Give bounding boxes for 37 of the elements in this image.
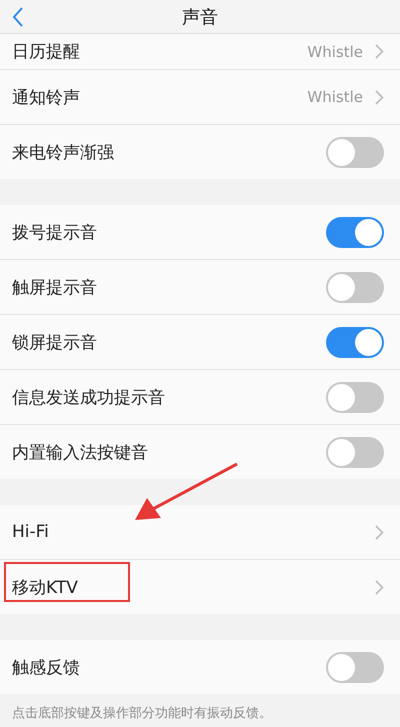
setting-value: Whistle (307, 88, 363, 106)
setting-label: Hi-Fi (12, 522, 50, 542)
page-title: 声音 (182, 6, 218, 28)
setting-label: 来电铃声渐强 (12, 142, 115, 164)
setting-value: Whistle (307, 42, 363, 60)
settings-row[interactable]: 触屏提示音 (0, 260, 400, 315)
setting-label: 锁屏提示音 (12, 332, 98, 354)
chevron-icon (375, 44, 384, 59)
toggle-switch[interactable] (326, 652, 384, 682)
settings-row[interactable]: 日历提醒 Whistle (0, 34, 400, 70)
toggle-switch[interactable] (326, 436, 384, 468)
chevron-icon (375, 524, 384, 540)
setting-label: 拨号提示音 (12, 222, 98, 244)
toggle-switch[interactable] (326, 216, 384, 248)
settings-row[interactable]: 来电铃声渐强 (0, 125, 400, 179)
settings-row[interactable]: 信息发送成功提示音 (0, 370, 400, 425)
setting-label: 日历提醒 (12, 41, 81, 63)
settings-row[interactable]: 触感反馈 (0, 640, 400, 694)
chevron-icon (375, 90, 384, 104)
setting-label: 信息发送成功提示音 (12, 386, 166, 408)
settings-row[interactable]: 锁屏提示音 (0, 315, 400, 370)
setting-label: 触屏提示音 (12, 276, 98, 298)
footer-note: 点击底部按键及操作部分功能时有振动反馈。 (11, 705, 273, 722)
settings-row[interactable]: 内置输入法按键音 (0, 425, 400, 479)
toggle-switch[interactable] (326, 272, 384, 302)
settings-row[interactable]: 通知铃声 Whistle (0, 70, 400, 125)
toggle-switch[interactable] (326, 382, 384, 412)
settings-row[interactable]: 移动KTV (0, 560, 400, 614)
setting-label: 通知铃声 (12, 86, 81, 108)
setting-label: 触感反馈 (12, 656, 81, 678)
setting-label: 移动KTV (12, 576, 79, 598)
settings-row[interactable]: 拨号提示音 (0, 205, 400, 260)
toggle-switch[interactable] (326, 326, 384, 358)
back-icon[interactable] (12, 7, 24, 27)
chevron-icon (375, 580, 384, 594)
toggle-switch[interactable] (326, 136, 384, 168)
setting-label: 内置输入法按键音 (12, 442, 149, 464)
